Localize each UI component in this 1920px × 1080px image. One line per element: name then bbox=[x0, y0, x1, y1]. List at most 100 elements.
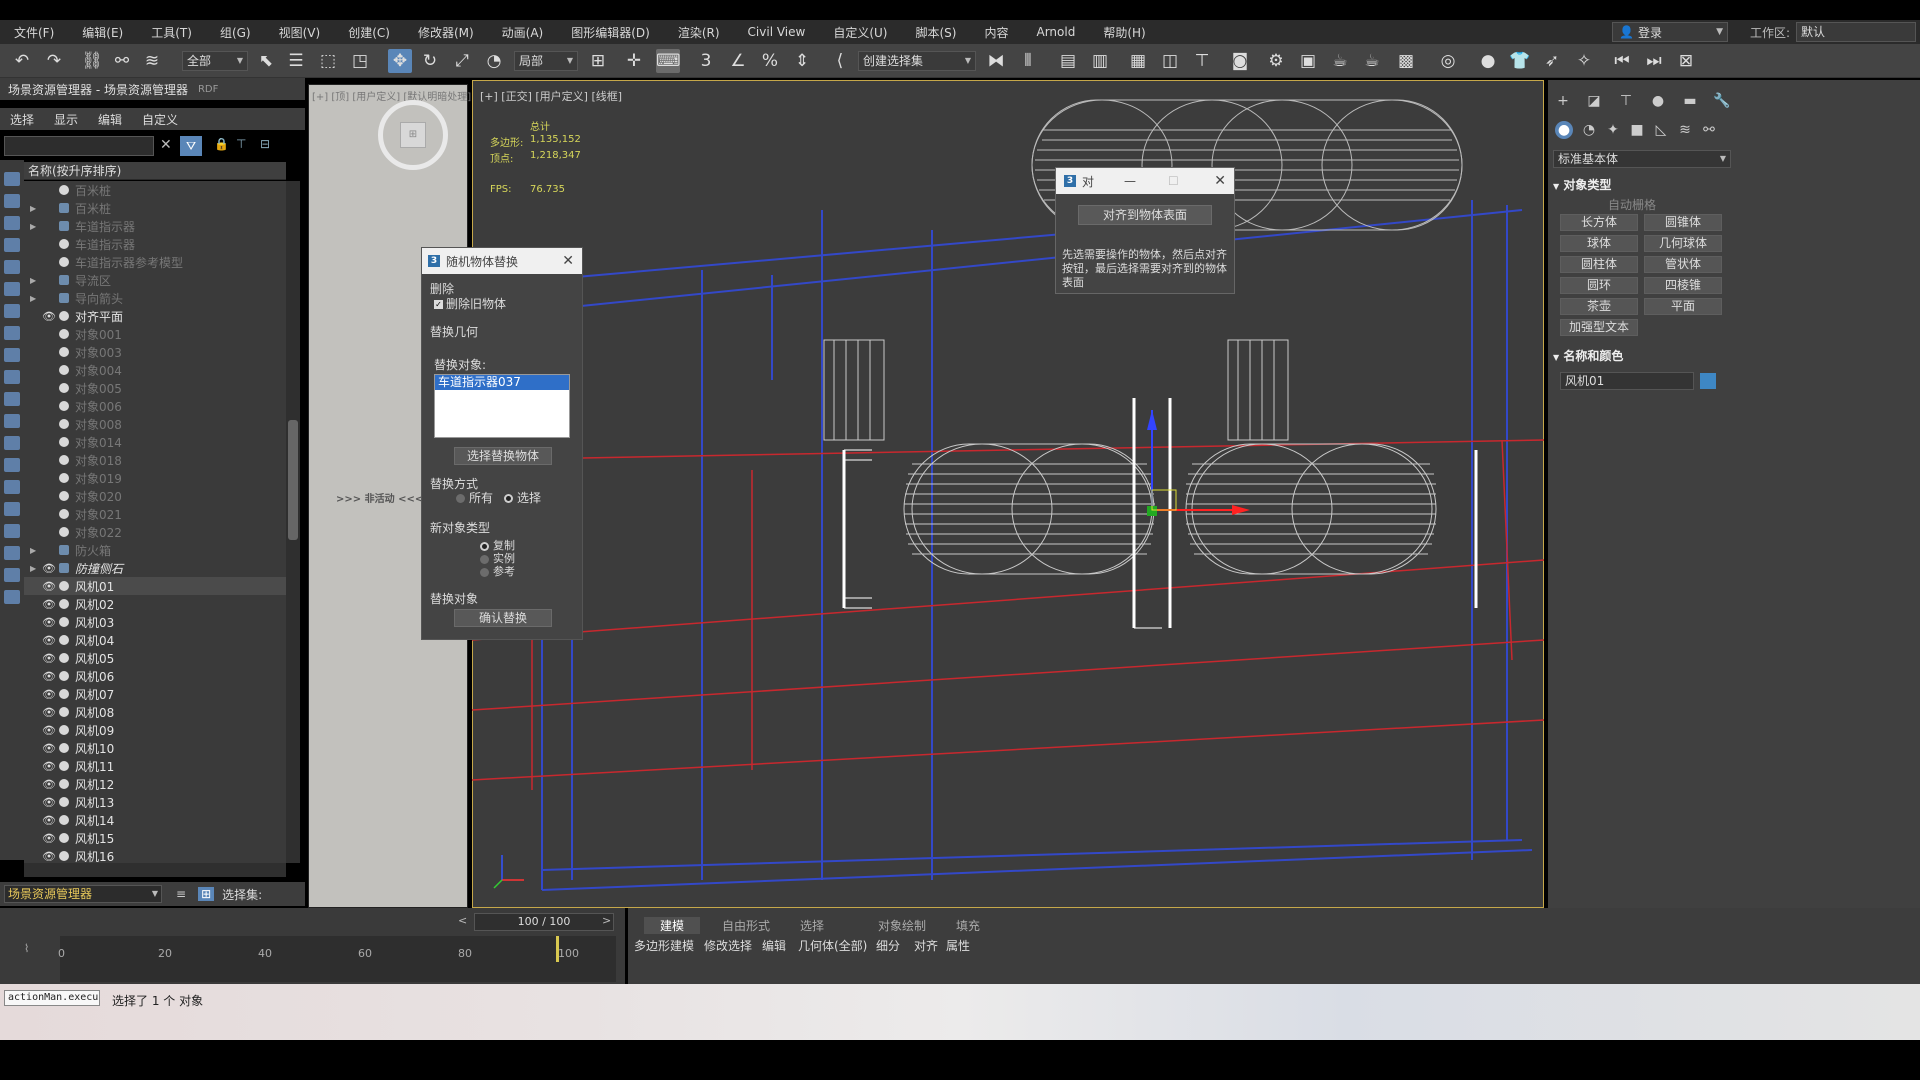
geometry-category-select[interactable]: 标准基本体 ▼ bbox=[1553, 150, 1731, 168]
expand-arrow-icon[interactable]: ▶ bbox=[30, 276, 42, 285]
object-name-input[interactable]: 风机01 bbox=[1560, 372, 1694, 390]
render-cloud-icon[interactable]: ▩ bbox=[1394, 49, 1418, 73]
display-filter-icon[interactable] bbox=[4, 436, 20, 450]
tree-row[interactable]: 对象021 bbox=[24, 505, 286, 523]
visibility-eye-icon[interactable]: 👁 bbox=[42, 760, 56, 773]
visibility-eye-icon[interactable]: 👁 bbox=[42, 778, 56, 791]
tree-row[interactable]: 对象020 bbox=[24, 487, 286, 505]
percent-snap-icon[interactable]: % bbox=[758, 49, 782, 73]
shirt-script-icon[interactable]: 👕 bbox=[1508, 49, 1532, 73]
window-crossing-icon[interactable]: ◳ bbox=[348, 49, 372, 73]
name-color-rollout[interactable]: ▼ 名称和颜色 bbox=[1553, 347, 1623, 364]
time-cursor[interactable] bbox=[556, 936, 559, 962]
visibility-eye-icon[interactable]: 👁 bbox=[42, 688, 56, 701]
display-filter-icon[interactable] bbox=[4, 524, 20, 538]
tree-row[interactable]: 👁 风机16 bbox=[24, 847, 286, 864]
autogrid-checkbox[interactable]: 自动栅格 bbox=[1608, 196, 1656, 213]
layer-explorer-icon[interactable]: ▤ bbox=[1056, 49, 1080, 73]
expand-arrow-icon[interactable]: ▶ bbox=[30, 204, 42, 213]
menu-item[interactable]: 工具(T) bbox=[137, 24, 206, 41]
material-editor-icon[interactable]: ◙ bbox=[1228, 49, 1252, 73]
selection-filter-select[interactable]: 全部 ▼ bbox=[182, 51, 248, 71]
tree-row[interactable]: 对象014 bbox=[24, 433, 286, 451]
object-type-button[interactable]: 平面 bbox=[1644, 298, 1722, 315]
ortho-viewport-label[interactable]: [+] [正交] [用户定义] [线框] bbox=[480, 88, 622, 104]
select-by-name-icon[interactable]: ☰ bbox=[284, 49, 308, 73]
geometry-icon[interactable]: ● bbox=[1555, 121, 1573, 139]
hierarchy-view-icon[interactable]: ⊞ bbox=[198, 887, 215, 901]
systems-icon[interactable]: ⚯ bbox=[1700, 121, 1718, 139]
ribbon-subtab[interactable]: 属性 bbox=[946, 937, 970, 954]
scene-explorer-menu[interactable]: 选择 bbox=[0, 111, 44, 128]
tree-row[interactable]: 对象022 bbox=[24, 523, 286, 541]
reference-coord-select[interactable]: 局部 ▼ bbox=[514, 51, 578, 71]
menu-item[interactable]: Civil View bbox=[734, 25, 820, 39]
align-icon[interactable]: ⫴ bbox=[1016, 49, 1040, 73]
display-filter-icon[interactable] bbox=[4, 590, 20, 604]
object-type-button[interactable]: 圆环 bbox=[1560, 277, 1638, 294]
spinner-snap-icon[interactable]: ⇕ bbox=[790, 49, 814, 73]
scene-explorer-menu[interactable]: 自定义 bbox=[132, 111, 188, 128]
layer-sort-icon[interactable]: ⊟ bbox=[260, 137, 270, 151]
visibility-eye-icon[interactable]: 👁 bbox=[42, 832, 56, 845]
tree-row[interactable]: 对象004 bbox=[24, 361, 286, 379]
tree-row[interactable]: 👁 风机08 bbox=[24, 703, 286, 721]
display-tab-icon[interactable]: ▬ bbox=[1681, 92, 1699, 110]
angle-snap-icon[interactable]: ∠ bbox=[726, 49, 750, 73]
select-manipulate-icon[interactable]: ✛ bbox=[622, 49, 646, 73]
ribbon-subtab[interactable]: 几何体(全部) bbox=[798, 937, 867, 954]
snap-toggle-icon[interactable]: 3 bbox=[694, 49, 718, 73]
redo-icon[interactable]: ↷ bbox=[42, 49, 66, 73]
display-filter-icon[interactable] bbox=[4, 172, 20, 186]
menu-item[interactable]: 组(G) bbox=[206, 24, 265, 41]
clear-search-icon[interactable]: ✕ bbox=[160, 137, 172, 153]
tree-row[interactable]: 👁 风机02 bbox=[24, 595, 286, 613]
visibility-eye-icon[interactable]: 👁 bbox=[42, 580, 56, 593]
lights-icon[interactable]: ✦ bbox=[1604, 121, 1622, 139]
tree-row[interactable]: 车道指示器 bbox=[24, 235, 286, 253]
display-filter-icon[interactable] bbox=[4, 458, 20, 472]
visibility-eye-icon[interactable]: 👁 bbox=[42, 598, 56, 611]
named-selection-select[interactable]: 创建选择集 ▼ bbox=[858, 51, 976, 71]
menu-item[interactable]: 渲染(R) bbox=[664, 24, 734, 41]
maxscript-listener[interactable]: actionMan.execu bbox=[4, 990, 100, 1006]
hierarchy-icon[interactable]: ⊤ bbox=[236, 137, 246, 151]
radio-on-icon[interactable] bbox=[504, 494, 513, 503]
radio-off-icon[interactable] bbox=[480, 567, 489, 577]
scene-explorer-scroll-thumb[interactable] bbox=[288, 420, 298, 540]
expand-arrow-icon[interactable]: ▶ bbox=[30, 564, 42, 573]
motion-tab-icon[interactable]: ● bbox=[1649, 92, 1667, 110]
tree-row[interactable]: 对象019 bbox=[24, 469, 286, 487]
move-gizmo[interactable] bbox=[1147, 410, 1250, 516]
display-filter-icon[interactable] bbox=[4, 238, 20, 252]
object-type-button[interactable]: 长方体 bbox=[1560, 214, 1638, 231]
ribbon-tab[interactable]: 填充 bbox=[956, 917, 980, 934]
menu-item[interactable]: 编辑(E) bbox=[68, 24, 137, 41]
tree-row[interactable]: 👁 风机13 bbox=[24, 793, 286, 811]
object-type-button[interactable]: 圆柱体 bbox=[1560, 256, 1638, 273]
menu-item[interactable]: 图形编辑器(D) bbox=[557, 24, 664, 41]
visibility-eye-icon[interactable]: 👁 bbox=[42, 742, 56, 755]
delete-old-checkbox[interactable]: ✓ 删除旧物体 bbox=[434, 295, 506, 312]
visibility-eye-icon[interactable]: 👁 bbox=[42, 724, 56, 737]
mode-selected-radio[interactable]: 选择 bbox=[504, 489, 541, 506]
visibility-eye-icon[interactable]: 👁 bbox=[42, 310, 56, 323]
layers-icon[interactable]: ≡ bbox=[176, 887, 186, 901]
login-dropdown[interactable]: 👤 登录 ▼ bbox=[1612, 22, 1728, 42]
pick-replace-button[interactable]: 选择替换物体 bbox=[454, 447, 552, 465]
tree-row[interactable]: 👁 风机05 bbox=[24, 649, 286, 667]
minimize-icon[interactable]: — bbox=[1124, 174, 1136, 188]
next-frame-icon[interactable]: > bbox=[602, 914, 611, 927]
pivot-center-icon[interactable]: ⊞ bbox=[586, 49, 610, 73]
workspace-select[interactable]: 默认 bbox=[1796, 22, 1916, 42]
utilities-tab-icon[interactable]: 🔧 bbox=[1713, 92, 1731, 110]
expand-arrow-icon[interactable]: ▶ bbox=[30, 546, 42, 555]
align-titlebar[interactable]: 3 对 — ☐ ✕ bbox=[1056, 168, 1234, 194]
render-production-icon[interactable]: ☕ bbox=[1328, 49, 1352, 73]
visibility-eye-icon[interactable]: 👁 bbox=[42, 652, 56, 665]
tree-row[interactable]: 👁 对齐平面 bbox=[24, 307, 286, 325]
tree-row[interactable]: ▶ 百米桩 bbox=[24, 199, 286, 217]
time-slider[interactable]: 100 / 100 bbox=[474, 913, 614, 931]
select-object-icon[interactable]: ⬉ bbox=[254, 49, 278, 73]
tree-row[interactable]: 车道指示器参考模型 bbox=[24, 253, 286, 271]
